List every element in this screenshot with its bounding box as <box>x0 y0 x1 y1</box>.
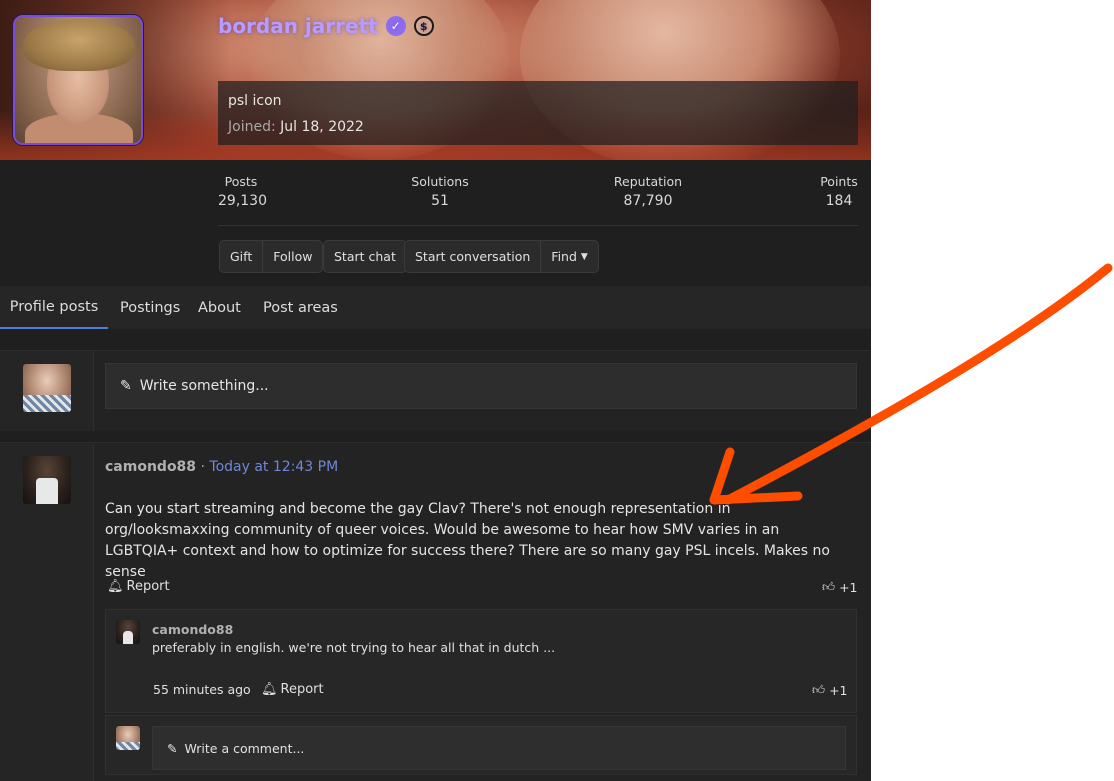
gift-follow-group: Gift Follow <box>219 240 324 273</box>
comment-report-button[interactable]: 🔔︎ Report <box>261 682 324 697</box>
comment-text: preferably in english. we're not trying … <box>152 640 556 655</box>
stats-divider <box>218 225 858 226</box>
comment-author[interactable]: camondo88 <box>152 622 233 637</box>
tab-about[interactable]: About <box>198 286 241 329</box>
comment-timestamp[interactable]: 55 minutes ago <box>153 682 251 697</box>
thumbs-up-icon: 👍︎ <box>822 579 836 594</box>
start-conversation-button[interactable]: Start conversation <box>405 241 540 272</box>
stat-solutions[interactable]: Solutions 51 <box>408 174 472 209</box>
joined-date: Jul 18, 2022 <box>280 119 364 135</box>
find-button[interactable]: Find ▼ <box>541 241 598 272</box>
dollar-badge-icon: $ <box>413 16 434 36</box>
joined-label: Joined: <box>228 119 276 135</box>
pencil-icon: ✎ <box>120 378 132 394</box>
profile-tabs: Profile posts Postings About Post areas <box>0 286 871 329</box>
tab-postings[interactable]: Postings <box>120 286 180 329</box>
post-like-button[interactable]: 👍︎ +1 <box>822 579 858 595</box>
post-body: Can you start streaming and become the g… <box>105 501 830 580</box>
bell-icon: 🔔︎ <box>107 579 124 594</box>
profile-post-composer: ✎ Write something... <box>0 350 871 431</box>
profile-post: camondo88 · Today at 12:43 PM Can you st… <box>0 442 871 781</box>
user-title: psl icon <box>228 93 282 109</box>
write-comment-input[interactable]: ✎ Write a comment... <box>152 726 846 770</box>
thumbs-up-icon: 👍︎ <box>812 682 826 697</box>
profile-page: bordan jarrett ✓ $ psl icon Joined: Jul … <box>0 0 871 781</box>
profile-username-row: bordan jarrett ✓ $ <box>218 14 434 38</box>
verified-check-icon: ✓ <box>385 16 406 36</box>
comment-composer: ✎ Write a comment... <box>105 715 857 775</box>
tab-profile-posts[interactable]: Profile posts <box>0 286 108 329</box>
stat-reputation[interactable]: Reputation 87,790 <box>610 174 686 209</box>
bell-icon: 🔔︎ <box>261 682 278 697</box>
pencil-icon: ✎ <box>167 740 178 756</box>
start-chat-button[interactable]: Start chat <box>323 240 407 273</box>
comment-author-avatar[interactable] <box>116 620 140 644</box>
joined-info: Joined: Jul 18, 2022 <box>228 119 364 135</box>
post-header: camondo88 · Today at 12:43 PM <box>105 459 339 475</box>
write-something-input[interactable]: ✎ Write something... <box>105 363 857 409</box>
gift-button[interactable]: Gift <box>220 241 262 272</box>
stat-points[interactable]: Points 184 <box>818 174 860 209</box>
profile-username[interactable]: bordan jarrett <box>218 14 378 38</box>
post-author[interactable]: camondo88 <box>105 459 196 475</box>
current-user-avatar[interactable] <box>23 364 71 412</box>
caret-down-icon: ▼ <box>580 251 588 262</box>
profile-stats: Posts 29,130 Solutions 51 Reputation 87,… <box>218 174 858 224</box>
comment: camondo88 preferably in english. we're n… <box>105 609 857 713</box>
comment-like-button[interactable]: 👍︎ +1 <box>812 682 848 698</box>
current-user-avatar-small[interactable] <box>116 726 140 750</box>
post-report-button[interactable]: 🔔︎ Report <box>107 579 170 594</box>
profile-avatar[interactable] <box>13 15 143 145</box>
post-timestamp[interactable]: Today at 12:43 PM <box>209 459 338 475</box>
profile-info-box: psl icon Joined: Jul 18, 2022 <box>218 81 858 145</box>
follow-button[interactable]: Follow <box>263 241 322 272</box>
stat-posts[interactable]: Posts 29,130 <box>218 174 267 209</box>
post-author-avatar[interactable] <box>23 456 71 504</box>
conversation-find-group: Start conversation Find ▼ <box>404 240 599 273</box>
tab-post-areas[interactable]: Post areas <box>263 286 338 329</box>
